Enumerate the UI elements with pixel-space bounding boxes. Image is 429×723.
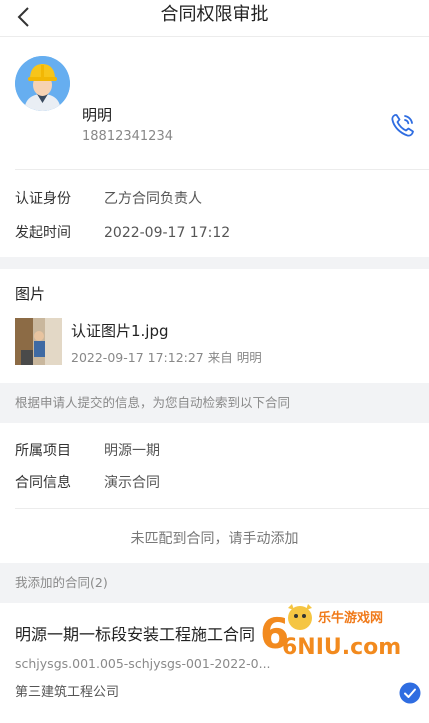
field-value: 演示合同 [104, 475, 160, 491]
applicant-phone: 18812341234 [82, 129, 173, 144]
field-label: 发起时间 [15, 225, 71, 241]
field-label: 所属项目 [15, 443, 71, 459]
field-identity: 认证身份 乙方合同负责人 [15, 188, 202, 208]
file-meta: 2022-09-17 17:12:27 来自 明明 [71, 350, 262, 365]
avatar [15, 56, 70, 111]
page-title: 合同权限审批 [160, 4, 269, 25]
applicant-name: 明明 [82, 106, 113, 124]
pictures-title: 图片 [15, 285, 46, 303]
divider [15, 169, 429, 170]
divider [15, 508, 429, 509]
time-row-card: 发起时间 2022-09-17 17:12 [0, 218, 429, 257]
field-label: 认证身份 [15, 191, 71, 207]
pictures-card: 图片 认证图片1.jpg 2022-09-17 17:12:27 来自 明明 [0, 269, 429, 383]
field-value: 明源一期 [104, 443, 160, 459]
contract-list-item[interactable]: 明源一期一标段安装工程施工合同 schjysgs.001.005-schjysg… [0, 603, 429, 723]
photo-thumbnail-icon [15, 318, 62, 365]
nav-header: 合同权限审批 [0, 0, 429, 37]
applicant-card: 明明 18812341234 认证身份 乙方合同负责人 [0, 37, 429, 219]
field-label: 合同信息 [15, 475, 71, 491]
matched-contract-card: 所属项目 明源一期 合同信息 演示合同 未匹配到合同，请手动添加 [0, 423, 429, 563]
call-button[interactable] [388, 110, 418, 140]
contract-checkbox[interactable] [399, 682, 421, 704]
added-contracts-header: 我添加的合同(2) [0, 563, 429, 603]
auto-search-hint: 根据申请人提交的信息，为您自动检索到以下合同 [0, 383, 429, 423]
worker-avatar-icon [15, 56, 70, 111]
field-value: 2022-09-17 17:12 [104, 225, 231, 241]
phone-call-icon [391, 114, 414, 137]
field-contract-info: 合同信息 演示合同 [15, 472, 160, 492]
contract-company: 第三建筑工程公司 [15, 685, 120, 700]
contract-title: 明源一期一标段安装工程施工合同 [15, 625, 256, 644]
image-thumbnail[interactable] [15, 318, 62, 365]
field-project: 所属项目 明源一期 [15, 440, 160, 460]
check-circle-icon [399, 682, 421, 704]
manual-add-link[interactable]: 未匹配到合同，请手动添加 [0, 528, 429, 548]
file-name[interactable]: 认证图片1.jpg [71, 320, 169, 341]
field-value: 乙方合同负责人 [104, 191, 202, 207]
contract-code: schjysgs.001.005-schjysgs-001-2022-0... [15, 656, 271, 671]
field-start-time: 发起时间 2022-09-17 17:12 [15, 222, 230, 242]
